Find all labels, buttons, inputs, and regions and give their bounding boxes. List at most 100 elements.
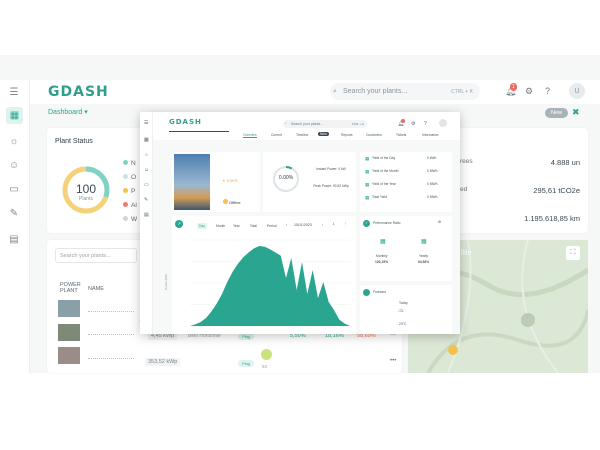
- stat-label: ed: [460, 186, 468, 193]
- legend-item: P: [123, 188, 135, 195]
- avatar[interactable]: U: [569, 83, 585, 99]
- plant-capacity-value: 5.0KS: [226, 178, 238, 183]
- legend-label: P: [131, 188, 136, 195]
- tab-timeline[interactable]: Timeline: [296, 133, 308, 137]
- yearly-label: Yearly: [419, 254, 429, 258]
- col-power-plant: POWER PLANT: [60, 282, 81, 294]
- stat-value: 4.888 un: [550, 158, 580, 167]
- chart-area-series: [190, 246, 350, 326]
- yield-calendar-icon: ▦: [365, 182, 370, 187]
- map-layer-label[interactable]: llite: [461, 250, 472, 257]
- chart-type-icon[interactable]: ↗: [175, 220, 183, 228]
- period-option[interactable]: Period: [265, 223, 279, 229]
- yield-value: 0 MWh: [427, 169, 438, 173]
- period-option[interactable]: Year: [231, 223, 242, 229]
- yield-calendar-icon: ▦: [365, 169, 370, 174]
- overlay-menu-icon[interactable]: ☰: [144, 120, 148, 126]
- table-row-name: [88, 311, 134, 312]
- gdash-logo: GDASH: [48, 84, 109, 100]
- breadcrumb[interactable]: Dashboard ▾: [48, 108, 88, 116]
- performance-title: Performance Ratio: [373, 221, 401, 225]
- yield-value: 0 MWh: [427, 195, 438, 199]
- table-row-name: [88, 358, 134, 359]
- plant-thumbnail: [58, 347, 80, 364]
- row-power: 353,52 kWp: [145, 358, 181, 366]
- overlay-search-shortcut: CTRL + K: [351, 122, 364, 126]
- overlay-sun-icon[interactable]: ☼: [144, 152, 149, 158]
- tab-tickets[interactable]: Tickets: [396, 133, 406, 137]
- yield-value: 0 kWh: [427, 156, 437, 160]
- dashboard-nav-icon[interactable]: ▦: [6, 107, 23, 124]
- plants-search-placeholder: Search your plants...: [60, 253, 111, 259]
- search-shortcut: CTRL + K: [451, 88, 473, 95]
- legend-item: W: [123, 216, 137, 223]
- row-sun-icon: [261, 349, 272, 360]
- row-status-text: Ping: [242, 361, 250, 366]
- overlay-search-icon: ⌕: [285, 121, 287, 125]
- overlay-tools-icon[interactable]: ✎: [144, 197, 148, 203]
- overlay-search-placeholder: Search your plants...: [291, 122, 324, 126]
- overlay-dashboard-icon[interactable]: ▦: [144, 137, 149, 143]
- plant-thumbnail: [58, 324, 80, 341]
- plant-capacity-label: ☀ 5.0KS: [222, 178, 238, 183]
- period-option[interactable]: Total: [248, 223, 259, 229]
- overlay-avatar[interactable]: [439, 119, 447, 127]
- legend-label: O: [131, 174, 137, 181]
- plant-count-label: Plants: [79, 196, 93, 202]
- overlay-help-icon[interactable]: ?: [424, 121, 427, 127]
- chart-date[interactable]: 15/11/2023: [294, 223, 312, 227]
- search-icon: ⌕: [333, 87, 337, 95]
- cloud-sun-icon: ⛅︎: [398, 309, 404, 316]
- prev-date-icon[interactable]: ‹: [286, 223, 287, 227]
- menu-icon[interactable]: ☰: [7, 85, 21, 99]
- performance-settings-icon[interactable]: ⚙: [438, 220, 441, 224]
- download-icon[interactable]: ⇩: [332, 222, 335, 226]
- yield-calendar-icon: ▦: [365, 195, 370, 200]
- peak-power: Peak Power: 90.52 kWp: [313, 184, 349, 188]
- new-button[interactable]: New: [545, 108, 568, 118]
- legend-dot: [123, 160, 128, 165]
- next-date-icon[interactable]: ›: [322, 223, 323, 227]
- search-placeholder: Search your plants...: [343, 88, 408, 95]
- help-icon[interactable]: ?: [545, 86, 550, 96]
- legend-label: Al: [131, 202, 137, 209]
- gear-icon[interactable]: ⚙: [525, 86, 533, 97]
- overlay-map-icon[interactable]: ▭: [144, 182, 149, 188]
- tab-customers[interactable]: Customers: [366, 133, 382, 137]
- search-input[interactable]: ⌕ Search your plants... CTRL + K: [330, 83, 480, 100]
- tools-nav-icon[interactable]: ✎: [7, 206, 21, 220]
- id-card-nav-icon[interactable]: ▤: [7, 232, 21, 246]
- tab-information[interactable]: Information: [422, 133, 439, 137]
- forecast-title: Forecast: [373, 290, 386, 294]
- overlay-gear-icon[interactable]: ⚙: [411, 121, 415, 127]
- expand-icon[interactable]: ✖: [572, 107, 580, 118]
- sun-nav-icon[interactable]: ☼: [7, 134, 21, 148]
- performance-icon: ✓: [363, 220, 370, 227]
- overlay-sidebar: [140, 112, 153, 334]
- offline-dot: [223, 199, 228, 204]
- forecast-icon: [363, 289, 370, 296]
- overlay-users-icon[interactable]: ☺: [144, 167, 149, 173]
- map-fullscreen-icon[interactable]: ⛶: [566, 246, 580, 260]
- tab-current[interactable]: Current: [271, 133, 282, 137]
- users-nav-icon[interactable]: ☺: [7, 158, 21, 172]
- tab-overview[interactable]: Overview: [243, 133, 257, 138]
- chart-settings-icon[interactable]: ⋮: [344, 222, 347, 226]
- tab-reports[interactable]: Reports: [341, 133, 353, 137]
- yield-label: Yield of the Day: [372, 156, 396, 160]
- overlay-search-input[interactable]: ⌕ Search your plants... CTRL + K: [283, 120, 367, 128]
- stat-value: 295,61 tCO2e: [533, 186, 580, 195]
- col-name: NAME: [88, 286, 104, 292]
- period-option[interactable]: Day: [197, 223, 207, 229]
- plants-search-input[interactable]: Search your plants...: [55, 248, 137, 263]
- table-row-name: [88, 334, 134, 335]
- legend-dot: [123, 202, 128, 207]
- period-option[interactable]: Month: [214, 223, 227, 229]
- plant-status-text: Offline: [229, 200, 241, 205]
- chart-ylabel: Power (kW): [163, 274, 168, 290]
- row-more-icon[interactable]: •••: [390, 358, 396, 364]
- legend-label: W: [131, 216, 138, 223]
- overlay-card-icon[interactable]: ▤: [144, 212, 149, 218]
- map-nav-icon[interactable]: ▭: [7, 182, 21, 196]
- row-status-badge: Ping: [238, 360, 254, 367]
